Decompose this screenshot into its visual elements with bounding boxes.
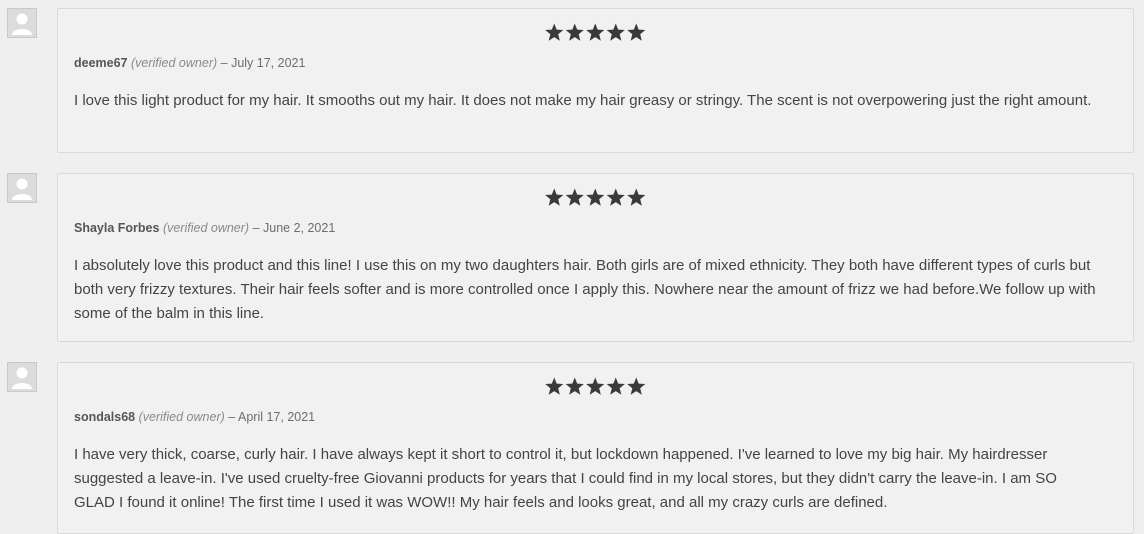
review-author: deeme67: [74, 56, 128, 70]
star-rating: [58, 23, 1133, 43]
star-icon: [606, 23, 626, 41]
star-icon: [627, 188, 646, 206]
star-icon: [586, 377, 605, 395]
avatar-icon: [7, 8, 37, 38]
avatar-icon: [7, 362, 37, 392]
review-author: Shayla Forbes: [74, 221, 160, 235]
star-icon: [545, 23, 564, 41]
meta-separator: –: [252, 221, 260, 235]
star-icon: [586, 23, 605, 41]
star-icon: [565, 377, 585, 395]
review-date: April 17, 2021: [238, 410, 316, 424]
review-item: Shayla Forbes (verified owner) – June 2,…: [0, 173, 1144, 342]
review-text: I absolutely love this product and this …: [74, 257, 1096, 322]
star-rating: [58, 377, 1133, 397]
review-meta: Shayla Forbes (verified owner) – June 2,…: [74, 221, 335, 235]
star-icon: [565, 188, 585, 206]
review-card: sondals68 (verified owner) – April 17, 2…: [57, 362, 1134, 534]
star-icon: [606, 188, 626, 206]
review-date: July 17, 2021: [231, 56, 306, 70]
review-card: Shayla Forbes (verified owner) – June 2,…: [57, 173, 1134, 342]
review-text: I have very thick, coarse, curly hair. I…: [74, 446, 1057, 511]
review-text: I love this light product for my hair. I…: [74, 92, 1092, 109]
star-icon: [586, 188, 605, 206]
review-date: June 2, 2021: [263, 221, 336, 235]
meta-separator: –: [228, 410, 236, 424]
review-meta: sondals68 (verified owner) – April 17, 2…: [74, 410, 315, 424]
verified-owner-badge: (verified owner): [162, 221, 250, 235]
review-meta: deeme67 (verified owner) – July 17, 2021: [74, 56, 305, 70]
review-item: deeme67 (verified owner) – July 17, 2021…: [0, 8, 1144, 153]
verified-owner-badge: (verified owner): [138, 410, 225, 424]
meta-separator: –: [220, 56, 228, 70]
star-icon: [627, 23, 646, 41]
review-item: sondals68 (verified owner) – April 17, 2…: [0, 362, 1144, 534]
star-icon: [545, 377, 564, 395]
reviews-list: deeme67 (verified owner) – July 17, 2021…: [0, 0, 1144, 534]
star-icon: [606, 377, 626, 395]
star-icon: [545, 188, 564, 206]
star-icon: [565, 23, 585, 41]
verified-owner-badge: (verified owner): [131, 56, 218, 70]
star-icon: [627, 377, 646, 395]
avatar-icon: [7, 173, 37, 203]
review-card: deeme67 (verified owner) – July 17, 2021…: [57, 8, 1134, 153]
star-rating: [58, 188, 1133, 208]
review-author: sondals68: [74, 410, 136, 424]
